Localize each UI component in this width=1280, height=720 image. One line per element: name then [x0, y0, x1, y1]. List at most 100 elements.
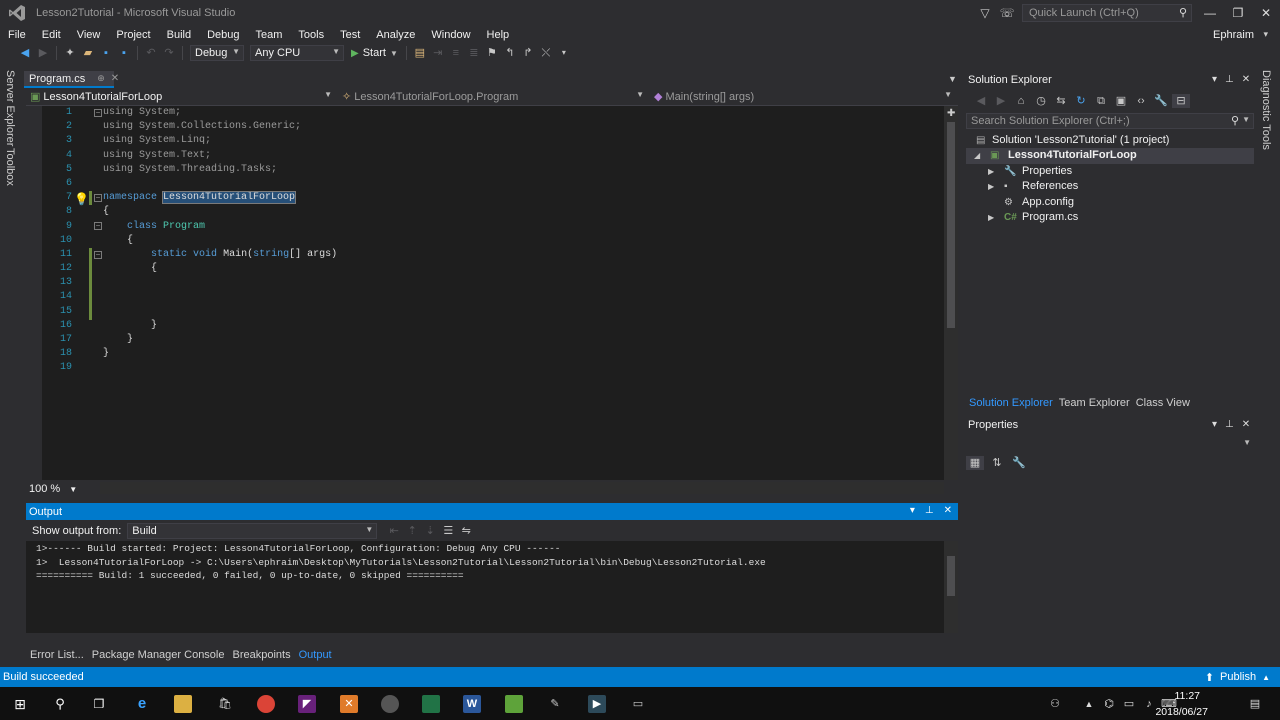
start-debugging-button[interactable]: ▶ Start ▼	[351, 47, 398, 59]
next-bookmark-icon[interactable]: ↱	[519, 46, 537, 60]
chevron-down-icon[interactable]: ▼	[1242, 115, 1250, 124]
tree-item-properties[interactable]: ▶ 🔧 Properties	[966, 164, 1254, 179]
tab-package-manager-console[interactable]: Package Manager Console	[92, 649, 225, 661]
document-overflow-icon[interactable]: ▼	[948, 74, 957, 84]
redo-icon[interactable]: ↷	[160, 46, 178, 60]
search-icon[interactable]: ⚲	[1231, 114, 1239, 127]
publish-button[interactable]: ⬆ Publish ▲	[1205, 671, 1270, 684]
tree-item-references[interactable]: ▶ ▪ References	[966, 179, 1254, 194]
tree-item-app-config[interactable]: ⚙ App.config	[966, 195, 1254, 210]
toolbar-options-icon[interactable]: ▾	[555, 46, 573, 60]
menu-view[interactable]: View	[69, 29, 109, 41]
close-icon[interactable]: ✕	[1242, 74, 1250, 85]
tab-program-cs[interactable]: Program.cs ⊕ ✕	[24, 71, 119, 88]
filter-icon[interactable]: ▽	[974, 6, 996, 20]
search-icon[interactable]: ⚲	[51, 695, 69, 713]
word-wrap-icon[interactable]: ⇋	[457, 524, 475, 538]
menu-help[interactable]: Help	[479, 29, 518, 41]
prev-bookmark-icon[interactable]: ↰	[501, 46, 519, 60]
collapsed-icon[interactable]: ▶	[988, 210, 998, 225]
next-message-icon[interactable]: ⇣	[421, 524, 439, 538]
expanded-icon[interactable]: ◢	[974, 148, 984, 163]
alphabetical-icon[interactable]: ⇅	[988, 456, 1006, 470]
refresh-icon[interactable]: ↻	[1072, 94, 1090, 108]
back-icon[interactable]: ◀	[972, 94, 990, 108]
menu-team[interactable]: Team	[248, 29, 291, 41]
properties-object-select[interactable]: ▼	[966, 437, 1254, 451]
collapse-icon[interactable]: −	[94, 251, 102, 259]
split-window-icon[interactable]: ✚	[947, 108, 955, 119]
pin-icon[interactable]: ⊕	[97, 73, 105, 84]
eclipse-icon[interactable]	[381, 695, 399, 713]
tab-team-explorer[interactable]: Team Explorer	[1059, 397, 1130, 409]
close-icon[interactable]: ✕	[1242, 419, 1250, 430]
server-explorer-tab[interactable]: Server Explorer	[4, 70, 16, 146]
undo-icon[interactable]: ↶	[142, 46, 160, 60]
battery-icon[interactable]: ▭	[1120, 695, 1138, 713]
tab-class-view[interactable]: Class View	[1136, 397, 1190, 409]
code-lines[interactable]: using System; using System.Collections.G…	[103, 106, 943, 376]
type-dropdown[interactable]: ✧ Lesson4TutorialForLoop.Program ▼	[338, 89, 648, 105]
output-panel-header[interactable]: Output ▾ ⊥ ✕	[26, 503, 958, 520]
pin-icon[interactable]: ⊥	[1225, 74, 1234, 85]
comment-icon[interactable]: ≡	[447, 46, 465, 60]
minimize-button[interactable]: —	[1196, 6, 1224, 20]
app-icon[interactable]: ▭	[629, 695, 647, 713]
paint-icon[interactable]: ✎	[546, 695, 564, 713]
task-view-icon[interactable]: ❐	[90, 695, 108, 713]
collapse-all-icon[interactable]: ⧉	[1092, 94, 1110, 108]
uncomment-icon[interactable]: ≣	[465, 46, 483, 60]
restore-button[interactable]: ❐	[1224, 6, 1252, 20]
configuration-select[interactable]: Debug ▼	[190, 45, 244, 61]
pin-icon[interactable]: ⊥	[925, 505, 934, 516]
categorized-icon[interactable]: ▦	[966, 456, 984, 470]
save-icon[interactable]: ▪	[97, 46, 115, 60]
feedback-icon[interactable]: ☏	[996, 6, 1018, 20]
history-icon[interactable]: ◷	[1032, 94, 1050, 108]
lightbulb-icon[interactable]: 💡	[74, 192, 89, 206]
collapse-icon[interactable]: −	[94, 194, 102, 202]
file-explorer-icon[interactable]	[174, 695, 192, 713]
clear-bookmarks-icon[interactable]: ⤬	[537, 46, 555, 60]
close-icon[interactable]: ✕	[944, 505, 952, 516]
tree-item-solution[interactable]: ▤ Solution 'Lesson2Tutorial' (1 project)	[966, 133, 1254, 148]
collapse-icon[interactable]: −	[94, 222, 102, 230]
scrollbar-thumb[interactable]	[947, 556, 955, 596]
project-dropdown[interactable]: ▣ Lesson4TutorialForLoop ▼	[26, 89, 336, 105]
windows-start-icon[interactable]: ⊞	[11, 695, 29, 713]
menu-build[interactable]: Build	[159, 29, 199, 41]
menu-project[interactable]: Project	[108, 29, 158, 41]
collapsed-icon[interactable]: ▶	[988, 164, 998, 179]
zoom-level-select[interactable]: 100 % ▼	[29, 483, 77, 495]
people-icon[interactable]: ⚇	[1046, 695, 1064, 713]
sync-icon[interactable]: ⇆	[1052, 94, 1070, 108]
browser-link-icon[interactable]: ▤	[411, 46, 429, 60]
tree-item-project[interactable]: ◢ ▣ Lesson4TutorialForLoop	[966, 148, 1254, 164]
solution-explorer-search[interactable]: Search Solution Explorer (Ctrl+;) ⚲ ▼	[966, 113, 1254, 129]
editor-horizontal-scrollbar[interactable]	[100, 482, 944, 494]
menu-debug[interactable]: Debug	[199, 29, 247, 41]
save-all-icon[interactable]: ▪	[115, 46, 133, 60]
tree-item-program-cs[interactable]: ▶ C# Program.cs	[966, 210, 1254, 225]
output-text-area[interactable]: 1>------ Build started: Project: Lesson4…	[26, 541, 944, 633]
properties-wrench-icon[interactable]: 🔧	[1152, 94, 1170, 108]
back-icon[interactable]: ◀	[16, 46, 34, 60]
quick-launch-input[interactable]: Quick Launch (Ctrl+Q) ⚲	[1022, 4, 1192, 22]
menu-edit[interactable]: Edit	[34, 29, 69, 41]
clock-time[interactable]: 11:27	[1175, 690, 1201, 702]
new-project-icon[interactable]: ✦	[61, 46, 79, 60]
forward-icon[interactable]: ▶	[992, 94, 1010, 108]
member-dropdown[interactable]: ◆ Main(string[] args) ▼	[650, 89, 956, 105]
spreadsheet-icon[interactable]	[422, 695, 440, 713]
notifications-icon[interactable]: ▤	[1246, 695, 1264, 713]
dropdown-icon[interactable]: ▾	[910, 505, 915, 516]
camtasia-icon[interactable]	[505, 695, 523, 713]
store-icon[interactable]: 🛍	[216, 695, 234, 713]
word-icon[interactable]: W	[463, 695, 481, 713]
tab-solution-explorer[interactable]: Solution Explorer	[969, 397, 1053, 409]
collapsed-icon[interactable]: ▶	[988, 179, 998, 194]
menu-analyze[interactable]: Analyze	[368, 29, 423, 41]
show-hidden-icons-icon[interactable]: ▲	[1080, 695, 1098, 713]
close-icon[interactable]: ✕	[111, 73, 119, 84]
show-all-files-icon[interactable]: ▣	[1112, 94, 1130, 108]
